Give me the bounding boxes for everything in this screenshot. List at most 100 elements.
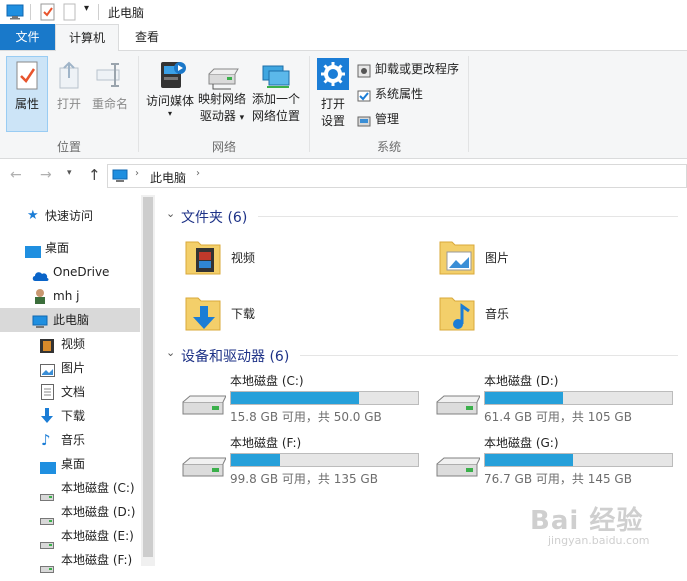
group-label-location: 位置: [56, 140, 81, 154]
forward-arrow-icon[interactable]: →: [40, 167, 52, 183]
computer-icon: [6, 4, 24, 23]
system-properties-label: 系统属性: [375, 87, 424, 101]
tab-computer[interactable]: 计算机: [55, 24, 119, 51]
manage-button[interactable]: 管理: [357, 108, 399, 130]
recent-chevron-icon[interactable]: ▾: [67, 168, 72, 178]
drive-item[interactable]: 本地磁盘 (G:) 76.7 GB 可用，共 145 GB: [434, 434, 679, 490]
nav-drive-c[interactable]: 本地磁盘 (C:): [0, 476, 140, 501]
usage-bar-fill: [231, 392, 359, 404]
drive-item[interactable]: 本地磁盘 (C:) 15.8 GB 可用，共 50.0 GB: [180, 372, 425, 428]
network-location-icon: [259, 62, 293, 93]
uninstall-icon: [357, 63, 371, 77]
nav-onedrive[interactable]: OneDrive: [0, 260, 140, 284]
folder-label: 图片: [485, 251, 510, 265]
nav-quick-access[interactable]: ★ 快速访问: [0, 204, 140, 228]
map-drive-button[interactable]: 映射网络 驱动器 ▾: [196, 56, 248, 132]
folder-item-music[interactable]: 音乐: [438, 292, 668, 334]
nav-label: 桌面: [45, 241, 70, 255]
chevron-down-icon[interactable]: ▾: [84, 3, 89, 14]
rename-button[interactable]: 重命名: [88, 56, 132, 132]
tab-view[interactable]: 查看: [124, 24, 170, 50]
nav-label: mh j: [53, 289, 80, 303]
back-arrow-icon[interactable]: ←: [10, 167, 22, 183]
access-media-label: 访问媒体: [145, 94, 194, 108]
properties-quick-icon[interactable]: [40, 3, 56, 24]
nav-videos[interactable]: 视频: [0, 332, 140, 356]
folder-label: 下载: [231, 307, 256, 321]
folder-item-downloads[interactable]: 下载: [184, 292, 414, 334]
nav-label: 快速访问: [45, 209, 94, 223]
new-folder-quick-icon[interactable]: [63, 3, 77, 24]
chevron-down-icon: ▾: [167, 109, 172, 118]
usage-bar-fill: [231, 454, 280, 466]
system-properties-icon: [357, 88, 371, 102]
drive-item[interactable]: 本地磁盘 (D:) 61.4 GB 可用，共 105 GB: [434, 372, 679, 428]
nav-drive-e[interactable]: 本地磁盘 (E:): [0, 524, 140, 549]
nav-desktop-2[interactable]: 桌面: [0, 452, 140, 476]
collapse-chevron-icon[interactable]: ⌄: [166, 207, 175, 220]
hard-drive-icon: [434, 456, 481, 483]
map-drive-label-1: 映射网络: [197, 92, 246, 106]
access-media-button[interactable]: 访问媒体 ▾: [143, 56, 197, 132]
nav-documents[interactable]: 文档: [0, 380, 140, 404]
nav-label: 图片: [61, 361, 86, 375]
group-divider: [138, 56, 139, 152]
add-network-location-button[interactable]: 添加一个 网络位置: [249, 56, 303, 132]
nav-label: 本地磁盘 (D:): [61, 505, 136, 519]
drive-label: 本地磁盘 (F:): [230, 436, 302, 450]
map-drive-label-2: 驱动器 ▾: [199, 109, 245, 123]
divider: [98, 4, 99, 20]
chevron-down-icon: ▾: [239, 113, 245, 123]
breadcrumb[interactable]: 此电脑: [150, 169, 186, 186]
window-title: 此电脑: [108, 6, 145, 20]
usage-bar: [484, 391, 673, 405]
folder-item-pictures[interactable]: 图片: [438, 236, 668, 278]
hard-drive-icon: [180, 394, 227, 421]
collapse-chevron-icon[interactable]: ⌄: [166, 346, 175, 359]
drive-label: 本地磁盘 (D:): [484, 374, 559, 388]
up-arrow-icon[interactable]: ↑: [88, 166, 101, 184]
uninstall-button[interactable]: 卸载或更改程序: [357, 58, 459, 80]
usage-bar: [484, 453, 673, 467]
open-button[interactable]: 打开: [52, 56, 86, 132]
open-settings-button[interactable]: 打开 设置: [313, 56, 353, 132]
group-divider: [468, 56, 469, 152]
properties-icon: [14, 61, 40, 94]
folder-item-videos[interactable]: 视频: [184, 236, 414, 278]
tab-file[interactable]: 文件: [0, 24, 55, 50]
nav-desktop[interactable]: 桌面: [0, 236, 140, 260]
navigation-pane: ★ 快速访问 桌面 OneDrive mh j 此电脑 视频 图片 文档 下载 …: [0, 195, 140, 573]
media-icon: [153, 58, 187, 93]
usage-bar: [230, 391, 419, 405]
drives-section-title[interactable]: 设备和驱动器 (6): [181, 346, 289, 366]
drive-item[interactable]: 本地磁盘 (F:) 99.8 GB 可用，共 135 GB: [180, 434, 425, 490]
section-divider: [258, 216, 678, 217]
properties-button[interactable]: 属性: [6, 56, 48, 132]
nav-music[interactable]: ♪ 音乐: [0, 428, 140, 452]
system-properties-button[interactable]: 系统属性: [357, 83, 423, 105]
nav-drive-f[interactable]: 本地磁盘 (F:): [0, 548, 140, 573]
nav-pictures[interactable]: 图片: [0, 356, 140, 380]
drive-info: 99.8 GB 可用，共 135 GB: [230, 472, 378, 486]
open-settings-label-1: 打开: [320, 97, 345, 111]
add-network-label-1: 添加一个: [251, 92, 300, 106]
rename-label: 重命名: [91, 97, 128, 111]
breadcrumb-separator-icon[interactable]: ›: [135, 168, 139, 179]
group-label-network: 网络: [211, 140, 236, 154]
open-settings-label-2: 设置: [320, 114, 345, 128]
nav-scrollbar-thumb[interactable]: [143, 197, 153, 557]
computer-icon: [112, 169, 128, 186]
uninstall-label: 卸载或更改程序: [375, 62, 460, 76]
music-folder-icon: [438, 292, 476, 335]
folders-section-title[interactable]: 文件夹 (6): [181, 207, 247, 227]
breadcrumb-separator-icon[interactable]: ›: [196, 168, 200, 179]
nav-drive-d[interactable]: 本地磁盘 (D:): [0, 500, 140, 525]
title-bar: ▾ 此电脑: [0, 0, 687, 24]
nav-downloads[interactable]: 下载: [0, 404, 140, 428]
address-bar[interactable]: › 此电脑 ›: [107, 164, 687, 188]
nav-user[interactable]: mh j: [0, 284, 140, 308]
drive-label: 本地磁盘 (G:): [484, 436, 559, 450]
nav-label: 桌面: [61, 457, 86, 471]
manage-label: 管理: [375, 112, 400, 126]
nav-this-pc[interactable]: 此电脑: [0, 308, 140, 332]
